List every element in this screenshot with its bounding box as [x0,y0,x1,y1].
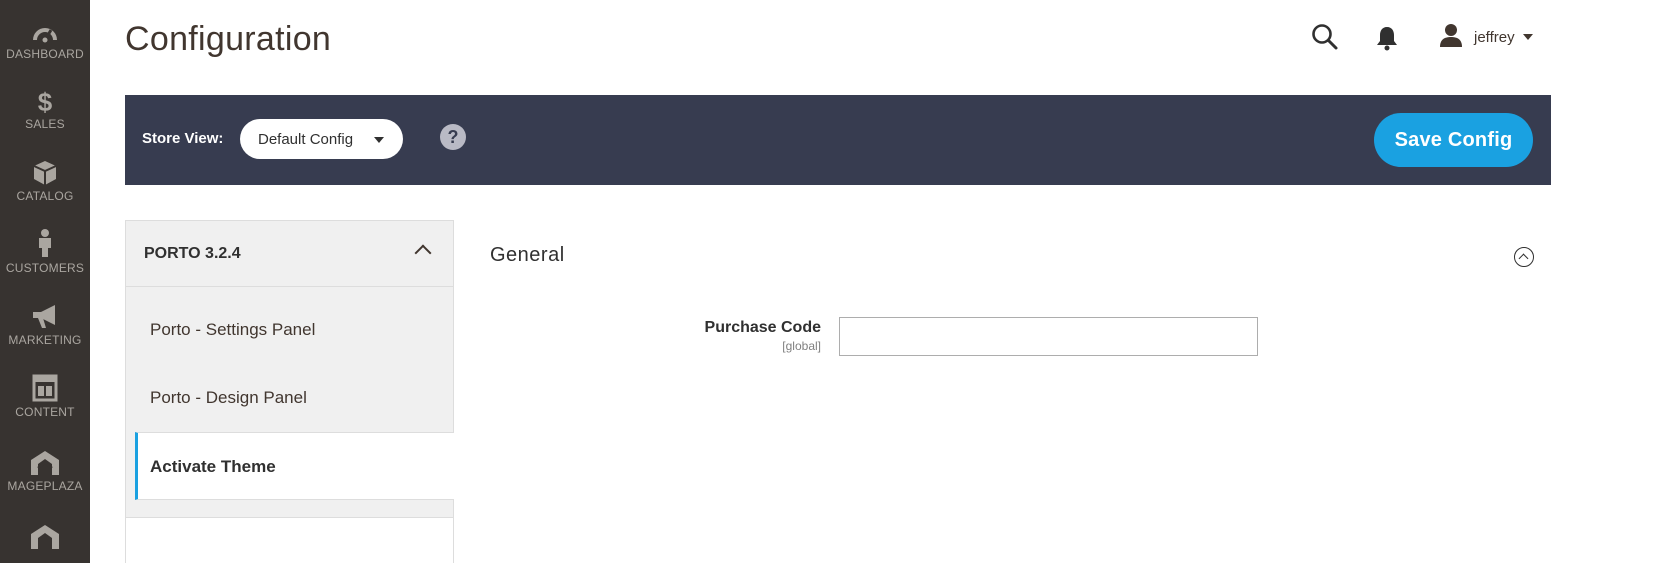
store-view-select[interactable]: Default Config [240,119,403,159]
menu-label: DASHBOARD [6,47,84,61]
search-icon[interactable] [1311,23,1339,51]
chevron-up-icon [414,244,432,262]
field-label-text: Purchase Code [704,319,821,336]
tab-activate-theme[interactable]: Activate Theme [135,432,454,500]
menu-item-catalog[interactable]: CATALOG [0,156,90,228]
store-view-value: Default Config [258,130,354,148]
layout-icon [32,372,58,402]
section-title: General [490,244,565,266]
tab-label: Activate Theme [150,457,276,476]
admin-sidebar-menu: DASHBOARD $ SALES CATALOG CUSTOMERS MARK… [0,0,90,563]
megaphone-icon [31,300,59,330]
tab-group-title: PORTO 3.2.4 [144,245,241,262]
purchase-code-input[interactable] [839,317,1258,356]
tab-label: Porto - Design Panel [150,388,307,407]
help-icon[interactable]: ? [440,124,466,150]
tab-porto-settings-panel[interactable]: Porto - Settings Panel [126,296,453,364]
cube-icon [33,156,57,186]
menu-label: MAGEPLAZA [7,479,83,493]
chevron-down-icon [374,137,384,143]
dollar-icon: $ [35,84,55,114]
store-view-label: Store View: [142,130,224,147]
mageplaza-icon [30,520,60,550]
menu-label: CUSTOMERS [5,261,85,275]
menu-item-content[interactable]: CONTENT [0,372,90,444]
svg-text:$: $ [38,87,53,114]
person-icon [36,228,54,258]
menu-label: CONTENT [15,405,75,419]
page-title: Configuration [125,20,332,58]
menu-item-mageplaza[interactable]: MAGEPLAZA [0,446,90,518]
store-view-bar: Store View: Default Config ? Save Config [125,95,1551,185]
menu-label: CATALOG [16,189,74,203]
collapse-section-icon[interactable] [1514,247,1534,267]
save-config-button[interactable]: Save Config [1374,113,1533,167]
tab-label: Porto - Settings Panel [150,320,316,339]
menu-label: MARKETING [8,333,82,347]
field-scope: [global] [782,339,821,353]
chevron-down-icon [1522,34,1533,40]
mageplaza-icon [30,446,60,476]
tab-porto-design-panel[interactable]: Porto - Design Panel [126,364,453,432]
menu-item-dashboard[interactable]: DASHBOARD [0,14,90,86]
menu-item-sales[interactable]: $ SALES [0,84,90,156]
menu-item-marketing[interactable]: MARKETING [0,300,90,372]
config-tabs: PORTO 3.2.4 Porto - Settings Panel Porto… [125,220,454,565]
tab-group-porto[interactable]: PORTO 3.2.4 [126,221,453,287]
bell-icon[interactable] [1376,25,1398,51]
user-menu[interactable]: jeffrey [1438,22,1533,52]
tab-group-next[interactable] [126,517,453,565]
purchase-code-label: Purchase Code [global] [705,319,821,353]
menu-item-more[interactable] [0,520,90,563]
dashboard-gauge-icon [31,14,59,44]
menu-item-customers[interactable]: CUSTOMERS [0,228,90,300]
username: jeffrey [1474,28,1515,46]
menu-label: SALES [25,117,65,131]
user-icon [1438,22,1464,53]
